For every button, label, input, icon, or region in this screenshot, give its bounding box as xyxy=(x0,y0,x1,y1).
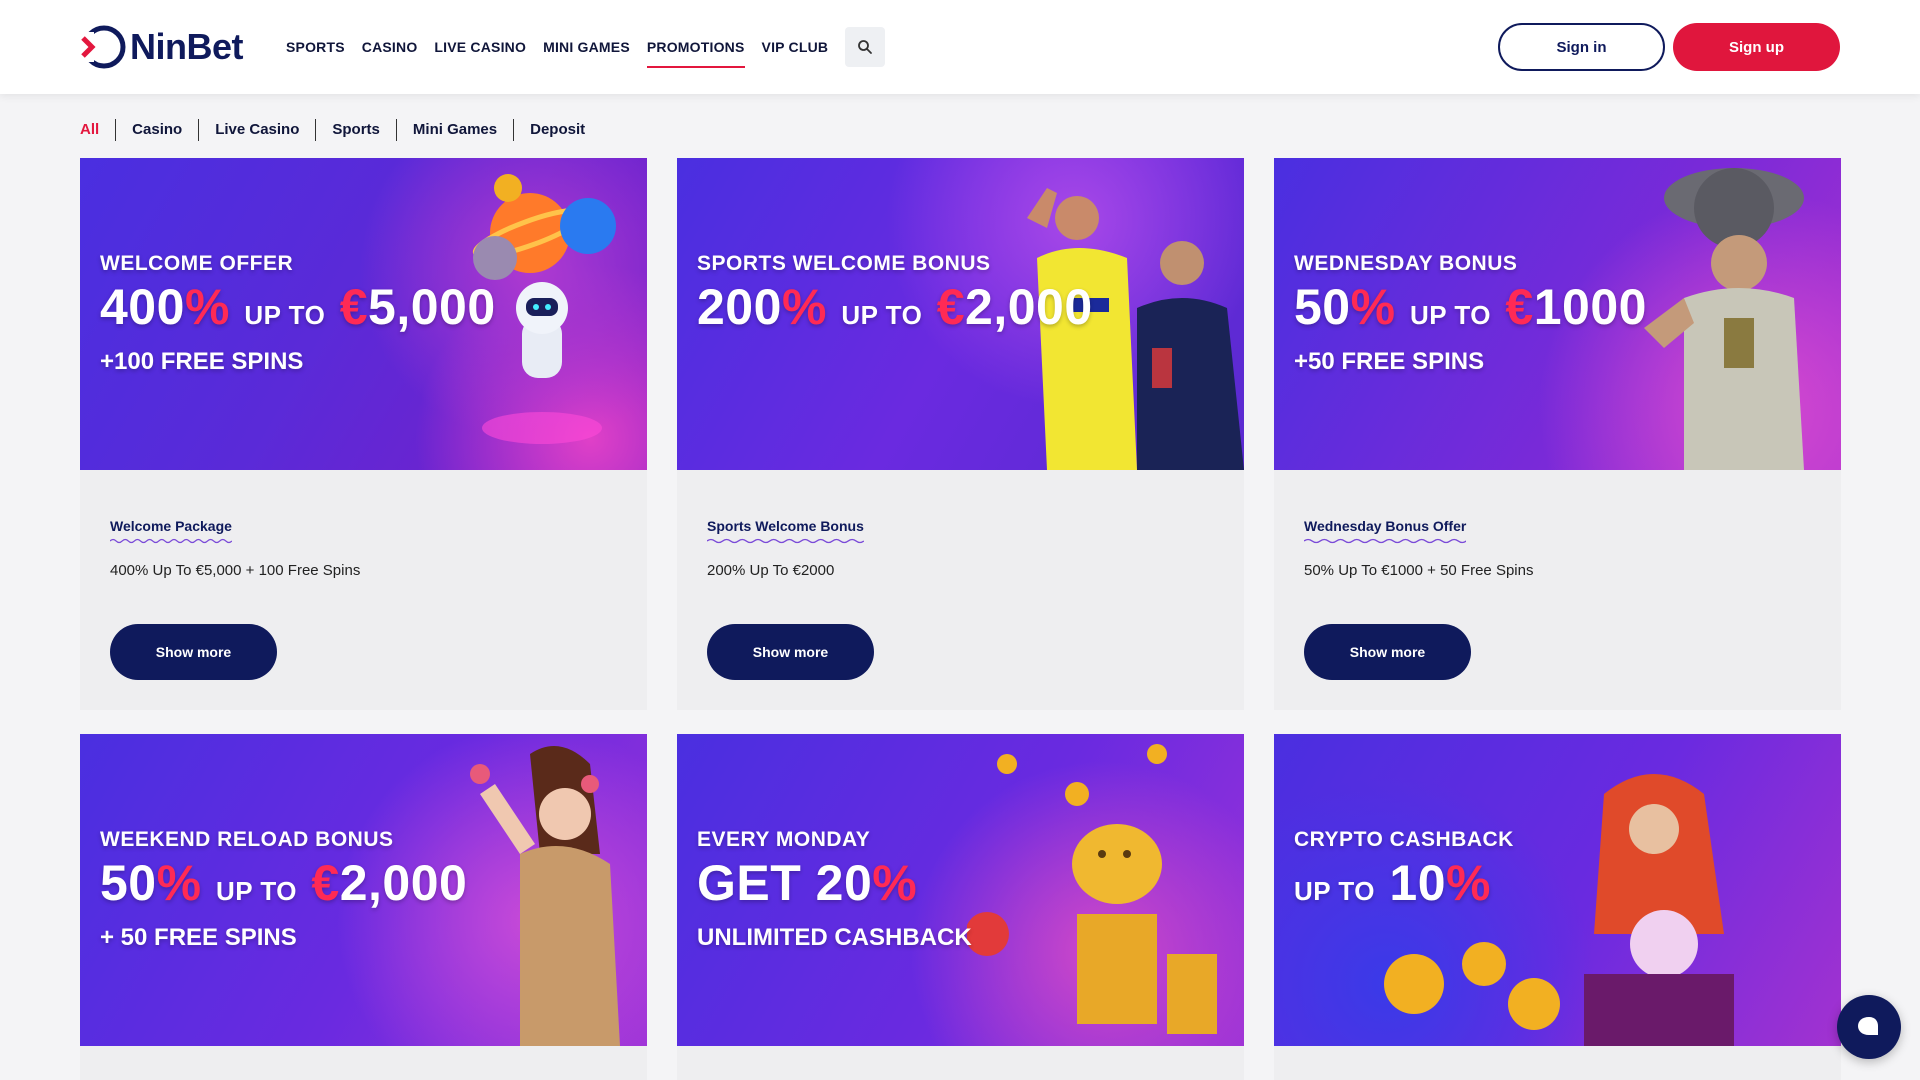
sign-in-button[interactable]: Sign in xyxy=(1498,23,1665,71)
chat-icon xyxy=(1858,1017,1878,1035)
banner-headline: EVERY MONDAY xyxy=(697,828,871,851)
promo-filter-tabs: All Casino Live Casino Sports Mini Games… xyxy=(80,117,601,143)
promo-card-body: Welcome Package 400% Up To €5,000 + 100 … xyxy=(80,470,647,710)
promo-banner[interactable]: EVERY MONDAY GET 20% UNLIMITED CASHBACK xyxy=(677,734,1244,1046)
piggy-coins-illustration xyxy=(967,744,1217,1034)
promo-card-body: Sports Welcome Bonus 200% Up To €2000 Sh… xyxy=(677,470,1244,710)
search-icon xyxy=(858,40,873,54)
banner-spins: + 50 FREE SPINS xyxy=(100,924,297,951)
banner-offer: UP TO 10% xyxy=(1294,855,1492,911)
main-nav: SPORTS CASINO LIVE CASINO MINI GAMES PRO… xyxy=(286,27,886,68)
promo-card: EVERY MONDAY GET 20% UNLIMITED CASHBACK xyxy=(677,734,1244,1080)
nav-mini-games[interactable]: MINI GAMES xyxy=(543,28,630,66)
promo-title[interactable]: Wednesday Bonus Offer xyxy=(1304,518,1467,544)
live-chat-button[interactable] xyxy=(1837,995,1901,1059)
nav-promotions[interactable]: PROMOTIONS xyxy=(646,28,745,68)
show-more-button[interactable]: Show more xyxy=(1304,624,1471,680)
promo-title[interactable]: Welcome Package xyxy=(110,518,232,544)
banner-headline: WEDNESDAY BONUS xyxy=(1294,252,1518,275)
nav-sports[interactable]: SPORTS xyxy=(286,28,345,66)
promo-banner[interactable]: CRYPTO CASHBACK UP TO 10% xyxy=(1274,734,1841,1046)
promo-banner[interactable]: SPORTS WELCOME BONUS 200% UP TO €2,000 xyxy=(677,158,1244,470)
promo-description: 200% Up To €2000 xyxy=(707,562,835,579)
promo-card: SPORTS WELCOME BONUS 200% UP TO €2,000 S… xyxy=(677,158,1244,710)
filter-deposit[interactable]: Deposit xyxy=(513,119,601,141)
promo-banner[interactable]: WEEKEND RELOAD BONUS 50% UP TO €2,000 + … xyxy=(80,734,647,1046)
banner-headline: WELCOME OFFER xyxy=(100,252,294,275)
filter-all[interactable]: All xyxy=(80,119,115,141)
banner-offer: 50% UP TO €2,000 xyxy=(100,855,468,911)
site-header: NinBet SPORTS CASINO LIVE CASINO MINI GA… xyxy=(0,0,1920,94)
banner-spins: +50 FREE SPINS xyxy=(1294,348,1485,375)
banner-headline: WEEKEND RELOAD BONUS xyxy=(100,828,394,851)
banner-headline: SPORTS WELCOME BONUS xyxy=(697,252,991,275)
promo-description: 50% Up To €1000 + 50 Free Spins xyxy=(1304,562,1534,579)
promo-card: WELCOME OFFER 400% UP TO €5,000 +100 FRE… xyxy=(80,158,647,710)
banner-cashback: UNLIMITED CASHBACK xyxy=(697,924,972,951)
warrior-woman-illustration xyxy=(470,746,620,1046)
nav-casino[interactable]: CASINO xyxy=(362,28,418,66)
banner-headline: CRYPTO CASHBACK xyxy=(1294,828,1514,851)
banner-offer: 200% UP TO €2,000 xyxy=(697,279,1093,335)
ninbet-logo-icon xyxy=(80,24,126,70)
promo-card: WEEKEND RELOAD BONUS 50% UP TO €2,000 + … xyxy=(80,734,647,1080)
filter-mini-games[interactable]: Mini Games xyxy=(395,119,513,141)
promo-card: CRYPTO CASHBACK UP TO 10% xyxy=(1274,734,1841,1080)
show-more-button[interactable]: Show more xyxy=(110,624,277,680)
filter-live-casino[interactable]: Live Casino xyxy=(198,119,315,141)
filter-casino[interactable]: Casino xyxy=(115,119,198,141)
logo-text: NinBet xyxy=(130,26,244,67)
promo-card: WEDNESDAY BONUS 50% UP TO €1000 +50 FREE… xyxy=(1274,158,1841,710)
pirate-character-illustration xyxy=(1644,168,1804,470)
nav-vip-club[interactable]: VIP CLUB xyxy=(762,28,829,66)
promo-card-body: Wednesday Bonus Offer 50% Up To €1000 + … xyxy=(1274,470,1841,710)
promo-banner[interactable]: WELCOME OFFER 400% UP TO €5,000 +100 FRE… xyxy=(80,158,647,470)
banner-offer: 400% UP TO €5,000 xyxy=(100,279,496,335)
search-button[interactable] xyxy=(845,27,886,67)
nav-live-casino[interactable]: LIVE CASINO xyxy=(434,28,526,66)
ninbet-logo[interactable]: NinBet xyxy=(80,24,244,70)
banner-offer: 50% UP TO €1000 xyxy=(1294,279,1647,335)
promo-description: 400% Up To €5,000 + 100 Free Spins xyxy=(110,562,361,579)
promo-title[interactable]: Sports Welcome Bonus xyxy=(707,518,864,544)
show-more-button[interactable]: Show more xyxy=(707,624,874,680)
banner-spins: +100 FREE SPINS xyxy=(100,348,304,375)
sign-up-button[interactable]: Sign up xyxy=(1673,23,1840,71)
promo-banner[interactable]: WEDNESDAY BONUS 50% UP TO €1000 +50 FREE… xyxy=(1274,158,1841,470)
filter-sports[interactable]: Sports xyxy=(315,119,396,141)
banner-offer: GET 20% xyxy=(697,855,918,911)
